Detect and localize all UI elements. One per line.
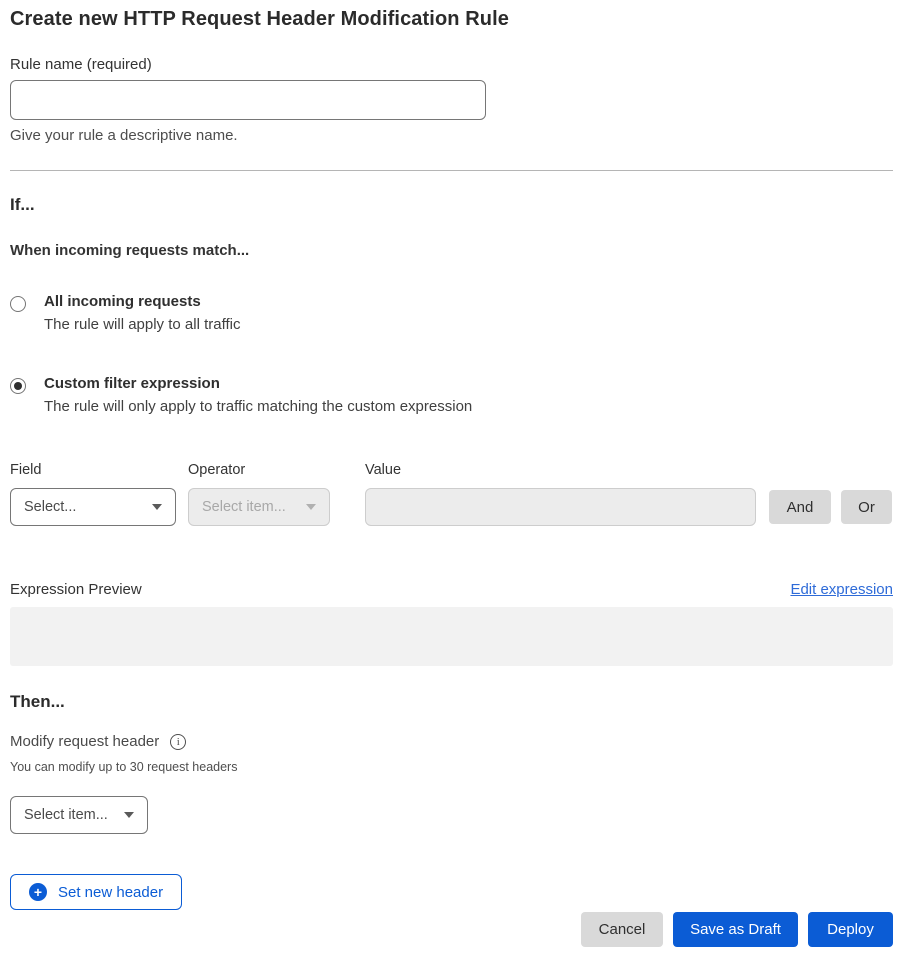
radio-unselected-icon[interactable] — [10, 296, 26, 312]
footer-actions: Cancel Save as Draft Deploy — [10, 912, 893, 947]
rule-name-label: Rule name (required) — [10, 56, 893, 73]
and-button[interactable]: And — [769, 490, 831, 524]
or-button[interactable]: Or — [841, 490, 892, 524]
set-new-header-button[interactable]: Set new header — [10, 874, 182, 910]
edit-expression-link[interactable]: Edit expression — [790, 581, 893, 598]
page-title: Create new HTTP Request Header Modificat… — [10, 8, 893, 31]
value-input[interactable] — [365, 488, 756, 526]
then-heading: Then... — [10, 692, 893, 712]
radio-selected-icon[interactable] — [10, 378, 26, 394]
value-label: Value — [365, 462, 756, 478]
chevron-down-icon — [152, 504, 162, 510]
operator-select[interactable]: Select item... — [188, 488, 330, 526]
set-new-header-label: Set new header — [58, 884, 163, 901]
if-heading: If... — [10, 195, 893, 215]
radio-option-custom-expression[interactable]: Custom filter expression The rule will o… — [10, 375, 893, 415]
radio-label: Custom filter expression — [44, 375, 472, 392]
expression-preview-label: Expression Preview — [10, 581, 142, 598]
operator-select-value: Select item... — [202, 499, 286, 515]
expression-preview-box — [10, 607, 893, 666]
rule-name-input[interactable] — [10, 80, 486, 120]
save-as-draft-button[interactable]: Save as Draft — [673, 912, 798, 947]
field-select[interactable]: Select... — [10, 488, 176, 526]
rule-name-helper: Give your rule a descriptive name. — [10, 127, 893, 144]
field-select-value: Select... — [24, 499, 76, 515]
radio-description: The rule will only apply to traffic matc… — [44, 398, 472, 415]
plus-circle-icon — [29, 883, 47, 901]
radio-option-all-requests[interactable]: All incoming requests The rule will appl… — [10, 293, 893, 333]
radio-description: The rule will apply to all traffic — [44, 316, 240, 333]
chevron-down-icon — [306, 504, 316, 510]
expression-preview-header: Expression Preview Edit expression — [10, 581, 893, 598]
field-label: Field — [10, 462, 176, 478]
header-item-select[interactable]: Select item... — [10, 796, 148, 834]
section-divider — [10, 170, 893, 171]
match-subheading: When incoming requests match... — [10, 242, 893, 259]
chevron-down-icon — [124, 812, 134, 818]
modify-request-header-label: Modify request header — [10, 733, 159, 750]
header-item-select-value: Select item... — [24, 807, 108, 823]
deploy-button[interactable]: Deploy — [808, 912, 893, 947]
info-circle-icon[interactable] — [170, 734, 186, 750]
operator-label: Operator — [188, 462, 330, 478]
modify-helper-text: You can modify up to 30 request headers — [10, 760, 893, 774]
radio-label: All incoming requests — [44, 293, 240, 310]
expression-builder-row: Field Select... Operator Select item... … — [10, 462, 893, 526]
cancel-button[interactable]: Cancel — [581, 912, 663, 947]
